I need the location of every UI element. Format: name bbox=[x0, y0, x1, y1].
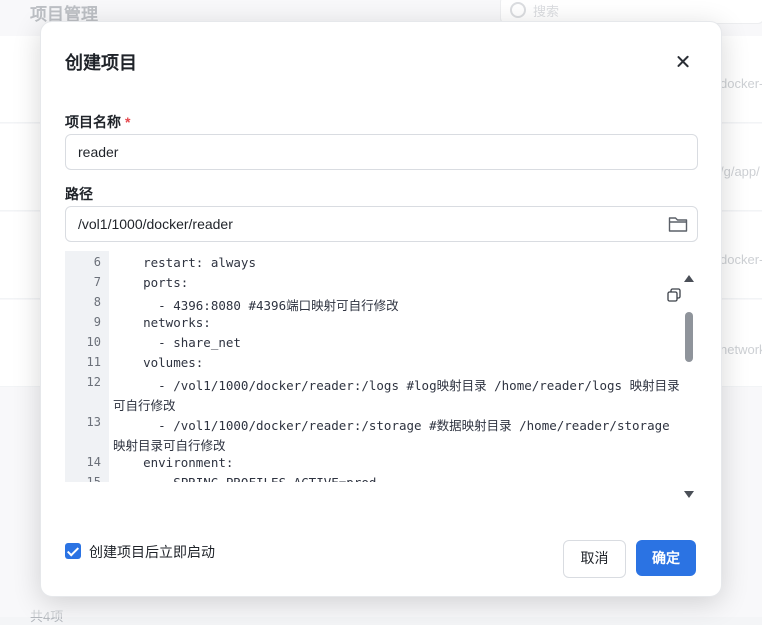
code-line: - /vol1/1000/docker/reader:/storage #数据映… bbox=[113, 418, 670, 433]
scroll-up-arrow-icon[interactable] bbox=[684, 275, 694, 282]
autostart-checkbox[interactable] bbox=[65, 543, 81, 559]
code-line: - share_net bbox=[113, 335, 241, 350]
copy-icon[interactable] bbox=[667, 288, 681, 302]
code-line: - SPRING_PROFILES_ACTIVE=prod bbox=[113, 475, 376, 482]
project-name-input[interactable]: reader bbox=[65, 134, 698, 170]
dialog-title: 创建项目 bbox=[65, 53, 137, 73]
code-line: networks: bbox=[113, 315, 211, 330]
cancel-button[interactable]: 取消 bbox=[563, 540, 626, 578]
line-number: 8 bbox=[93, 295, 101, 309]
code-line: - 4396:8080 #4396端口映射可自行修改 bbox=[113, 298, 399, 313]
project-name-label: 项目名称 * bbox=[65, 112, 130, 132]
path-label: 路径 bbox=[65, 186, 93, 202]
line-number: 15 bbox=[86, 475, 101, 482]
scroll-down-arrow-icon[interactable] bbox=[684, 491, 694, 498]
line-number: 13 bbox=[86, 415, 101, 429]
close-icon[interactable] bbox=[671, 50, 695, 74]
folder-icon[interactable] bbox=[668, 215, 688, 233]
project-name-label-text: 项目名称 bbox=[65, 114, 121, 130]
code-line: environment: bbox=[113, 455, 234, 470]
line-number: 9 bbox=[93, 315, 101, 329]
required-mark: * bbox=[125, 114, 131, 130]
code-line: restart: always bbox=[113, 255, 256, 270]
code-line: 可自行修改 bbox=[113, 398, 176, 413]
code-line: ports: bbox=[113, 275, 189, 290]
path-value: /vol1/1000/docker/reader bbox=[78, 216, 233, 232]
code-line: - /vol1/1000/docker/reader:/logs #log映射目… bbox=[113, 378, 680, 393]
project-name-value: reader bbox=[78, 144, 119, 160]
confirm-button[interactable]: 确定 bbox=[636, 540, 696, 576]
compose-editor[interactable]: 6 restart: always 7 ports: 8 - 4396:8080 #… bbox=[65, 251, 696, 482]
scrollbar-thumb[interactable] bbox=[685, 312, 693, 362]
line-number: 10 bbox=[86, 335, 101, 349]
line-number: 7 bbox=[93, 275, 101, 289]
line-number: 14 bbox=[86, 455, 101, 469]
create-project-dialog: 创建项目 项目名称 * reader 路径 /vol1/1000/docker/r… bbox=[40, 21, 722, 597]
path-input[interactable]: /vol1/1000/docker/reader bbox=[65, 206, 698, 242]
code-line: volumes: bbox=[113, 355, 204, 370]
line-number: 6 bbox=[93, 255, 101, 269]
code-line: 映射目录可自行修改 bbox=[113, 438, 226, 453]
autostart-label[interactable]: 创建项目后立即启动 bbox=[89, 542, 215, 562]
line-number: 11 bbox=[86, 355, 101, 369]
line-number: 12 bbox=[86, 375, 101, 389]
